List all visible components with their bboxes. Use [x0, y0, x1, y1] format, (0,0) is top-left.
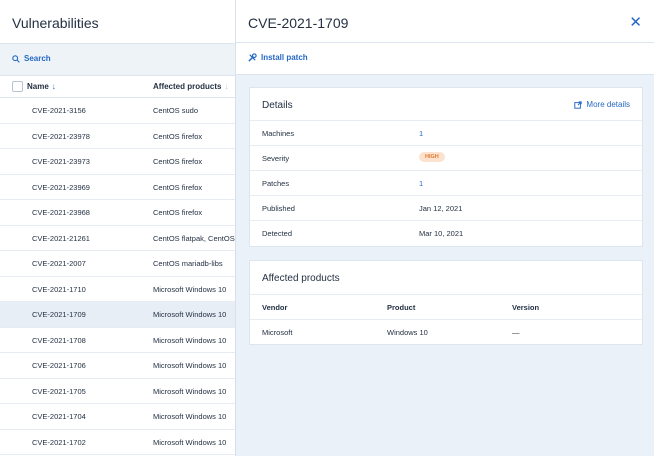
detail-key: Machines: [262, 129, 295, 138]
cve-id: CVE-2021-23973: [32, 157, 90, 166]
table-row[interactable]: CVE-2021-1705 Microsoft Windows 10: [0, 379, 235, 404]
affected-product: CentOS firefox: [153, 208, 203, 217]
table-row[interactable]: CVE-2021-23968 CentOS firefox: [0, 200, 235, 226]
detail-header: CVE-2021-1709 ✕: [236, 0, 654, 43]
product-cell: Windows 10: [387, 328, 428, 337]
severity-badge: HIGH: [419, 152, 445, 162]
table-row[interactable]: CVE-2021-23973 CentOS firefox: [0, 149, 235, 175]
column-header-version: Version: [512, 303, 540, 312]
affected-card-title: Affected products: [262, 273, 340, 284]
select-all-checkbox[interactable]: [12, 81, 23, 92]
detail-row-severity: Severity HIGH: [250, 145, 642, 171]
table-row[interactable]: CVE-2021-2007 CentOS mariadb-libs: [0, 251, 235, 277]
table-row[interactable]: CVE-2021-23969 CentOS firefox: [0, 175, 235, 200]
cve-id: CVE-2021-1705: [32, 386, 86, 396]
affected-products-card: Affected products Vendor Product Version…: [249, 260, 643, 345]
cve-id: CVE-2021-1709: [32, 310, 86, 319]
detail-row-patches: Patches 1: [250, 170, 642, 196]
page-title: Vulnerabilities: [12, 15, 99, 31]
table-row-selected[interactable]: CVE-2021-1709 Microsoft Windows 10: [0, 302, 235, 328]
search-label: Search: [24, 54, 51, 63]
detail-toolbar: Install patch: [236, 43, 654, 75]
details-card-title: Details: [262, 100, 293, 111]
table-row[interactable]: CVE-2021-1706 Microsoft Windows 10: [0, 353, 235, 379]
affected-product: CentOS firefox: [153, 157, 203, 166]
machines-link[interactable]: 1: [419, 129, 423, 138]
wrench-icon: [248, 53, 257, 62]
search-bar[interactable]: Search: [0, 43, 235, 76]
column-header-product: Product: [387, 303, 416, 312]
affected-product: Microsoft Windows 10: [153, 437, 227, 447]
detail-key: Published: [262, 204, 295, 213]
table-row[interactable]: CVE-2021-1710 Microsoft Windows 10: [0, 277, 235, 302]
cve-id: CVE-2021-1704: [32, 412, 86, 421]
search-button[interactable]: Search: [12, 54, 51, 63]
install-patch-button[interactable]: Install patch: [248, 53, 308, 62]
detail-row-published: Published Jan 12, 2021: [250, 195, 642, 221]
search-icon: [12, 54, 20, 63]
affected-table-header: Vendor Product Version: [250, 294, 642, 319]
detail-key: Patches: [262, 179, 290, 188]
affected-product: Microsoft Windows 10: [153, 386, 227, 396]
table-row[interactable]: CVE-2021-3156 CentOS sudo: [0, 98, 235, 124]
affected-product: Microsoft Windows 10: [153, 335, 227, 345]
affected-product: CentOS flatpak, CentOS: [153, 233, 235, 243]
table-row: Microsoft Windows 10 —: [250, 319, 642, 344]
detail-key: Detected: [262, 229, 293, 238]
affected-product: Microsoft Windows 10: [153, 310, 227, 319]
cve-id: CVE-2021-23969: [32, 182, 90, 192]
cve-id: CVE-2021-1702: [32, 437, 86, 447]
vulnerability-list: CVE-2021-3156 CentOS sudo CVE-2021-23978 C…: [0, 98, 235, 455]
cve-id: CVE-2021-1706: [32, 361, 86, 370]
external-link-icon: [574, 100, 583, 109]
affected-product: CentOS sudo: [153, 106, 199, 115]
details-card: Details More details Machines 1 Severity H…: [249, 87, 643, 247]
install-patch-label: Install patch: [261, 53, 308, 62]
detail-key: Severity: [262, 154, 290, 163]
table-row[interactable]: CVE-2021-21261 CentOS flatpak, CentOS: [0, 226, 235, 251]
detail-row-machines: Machines 1: [250, 120, 642, 146]
column-header-vendor: Vendor: [262, 303, 288, 312]
table-row[interactable]: CVE-2021-23978 CentOS firefox: [0, 124, 235, 149]
affected-product: Microsoft Windows 10: [153, 284, 227, 294]
more-details-link[interactable]: More details: [574, 100, 630, 109]
column-header-name[interactable]: Name ↓: [27, 82, 56, 91]
cve-id: CVE-2021-1708: [32, 335, 86, 345]
published-date: Jan 12, 2021: [419, 204, 463, 213]
affected-product: Microsoft Windows 10: [153, 412, 227, 421]
patches-link[interactable]: 1: [419, 179, 423, 188]
affected-product: CentOS firefox: [153, 131, 203, 141]
table-row[interactable]: CVE-2021-1702 Microsoft Windows 10: [0, 430, 235, 455]
detail-title: CVE-2021-1709: [248, 15, 349, 31]
sort-arrow-icon: ↓: [51, 82, 56, 91]
cve-id: CVE-2021-2007: [32, 259, 86, 268]
cve-id: CVE-2021-3156: [32, 106, 86, 115]
more-details-label: More details: [586, 100, 630, 109]
cve-id: CVE-2021-1710: [32, 284, 86, 294]
table-header: Name ↓ Affected products ↓: [0, 75, 235, 98]
column-header-products[interactable]: Affected products ↓: [153, 82, 228, 91]
cve-id: CVE-2021-23978: [32, 131, 90, 141]
sort-arrow-icon: ↓: [224, 82, 229, 91]
affected-product: CentOS mariadb-libs: [153, 259, 223, 268]
detail-pane: CVE-2021-1709 ✕ Install patch Details Mo…: [236, 0, 654, 456]
detail-row-detected: Detected Mar 10, 2021: [250, 220, 642, 246]
close-icon[interactable]: ✕: [629, 13, 642, 31]
table-row[interactable]: CVE-2021-1708 Microsoft Windows 10: [0, 328, 235, 353]
affected-product: CentOS firefox: [153, 182, 203, 192]
cve-id: CVE-2021-23968: [32, 208, 90, 217]
detected-date: Mar 10, 2021: [419, 229, 464, 238]
cve-id: CVE-2021-21261: [32, 233, 90, 243]
version-cell: —: [512, 328, 520, 337]
vulnerabilities-pane: Vulnerabilities Search Name ↓ Affected pr…: [0, 0, 235, 456]
affected-product: Microsoft Windows 10: [153, 361, 227, 370]
table-row[interactable]: CVE-2021-1704 Microsoft Windows 10: [0, 404, 235, 430]
vendor-cell: Microsoft: [262, 328, 293, 337]
